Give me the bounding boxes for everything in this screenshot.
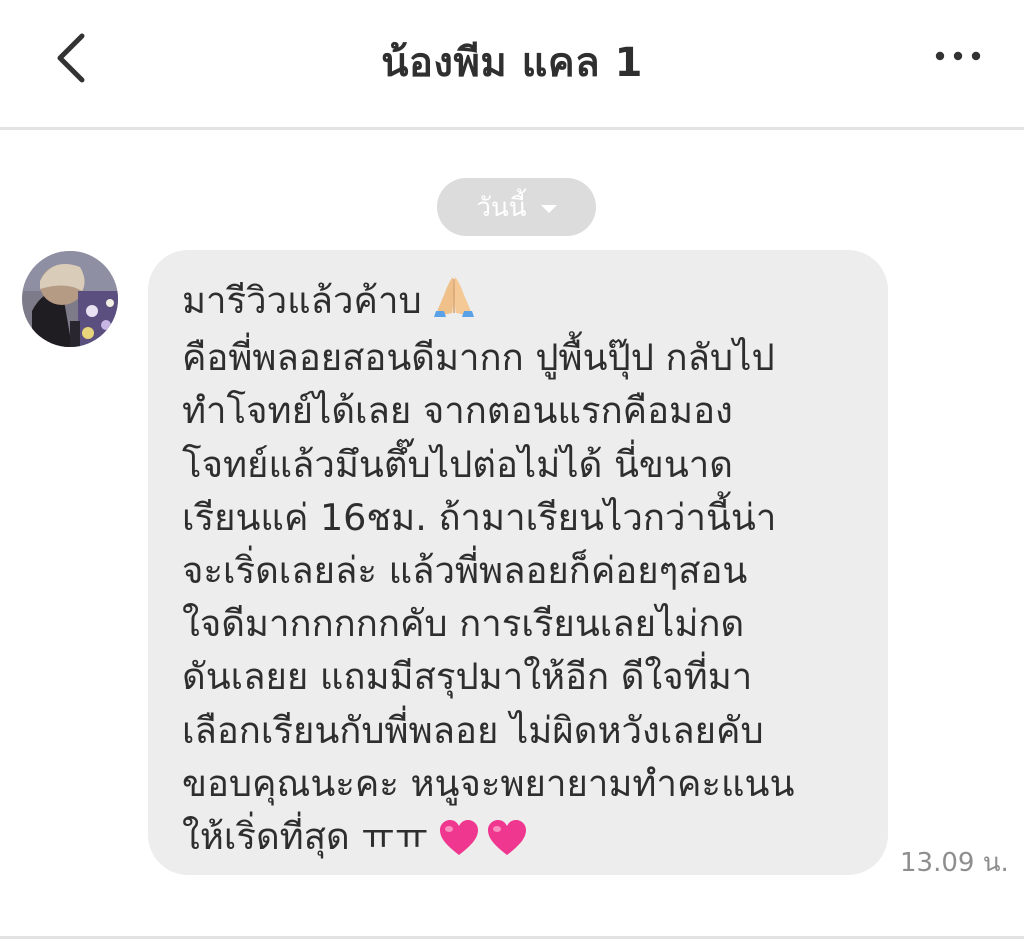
folded-hands-icon bbox=[432, 275, 476, 331]
divider bbox=[0, 936, 1024, 939]
message-line: เลือกเรียนกับพี่พลอย ไม่ผิดหวังเลยคับ bbox=[182, 708, 764, 752]
caret-down-icon bbox=[540, 205, 557, 213]
message-line: ดันเลยย แถมมีสรุปมาให้อีก ดีใจที่มา bbox=[182, 655, 753, 699]
more-horizontal-icon bbox=[935, 51, 981, 61]
avatar[interactable] bbox=[22, 251, 118, 347]
message-line: ใจดีมากกกกกคับ การเรียนเลยไม่กด bbox=[182, 602, 745, 646]
message-timestamp: 13.09 น. bbox=[900, 848, 1009, 878]
message-line: เรียนแค่ 16ชม. ถ้ามาเรียนไวกว่านี้น่า bbox=[182, 495, 777, 539]
message-bubble: มารีวิวแล้วค้าบ คือพี่พลอยสอนดีมากก ปูพื… bbox=[148, 250, 888, 875]
date-separator-label: วันนี้ bbox=[476, 192, 527, 223]
message-line: คือพี่พลอยสอนดีมากก ปูพื้นปุ๊ป กลับไป bbox=[182, 336, 775, 380]
message-line: ทำโจทย์ได้เลย จากตอนแรกคือมอง bbox=[182, 389, 733, 433]
message-line: โจทย์แล้วมึนตึ๊บไปต่อไม่ได้ นี่ขนาด bbox=[182, 442, 733, 486]
message-line: ให้เริ่ดที่สุด ㅠㅠ bbox=[182, 810, 858, 871]
date-separator-pill[interactable]: วันนี้ bbox=[437, 178, 596, 236]
chat-title: น้องพีม แคล 1 bbox=[381, 40, 643, 86]
avatar-photo bbox=[22, 251, 118, 347]
message-line: ขอบคุณนะคะ หนูจะพยายามทำคะแนน bbox=[182, 761, 795, 805]
message-line: มารีวิวแล้วค้าบ bbox=[182, 274, 858, 331]
message-line: จะเริ่ดเลยล่ะ แล้วพี่พลอยก็ค่อยๆสอน bbox=[182, 549, 748, 593]
pink-heart-icon bbox=[440, 820, 479, 856]
more-options-button[interactable] bbox=[932, 36, 984, 76]
pink-heart-icon bbox=[488, 820, 527, 856]
chat-header: น้องพีม แคล 1 bbox=[0, 0, 1024, 130]
